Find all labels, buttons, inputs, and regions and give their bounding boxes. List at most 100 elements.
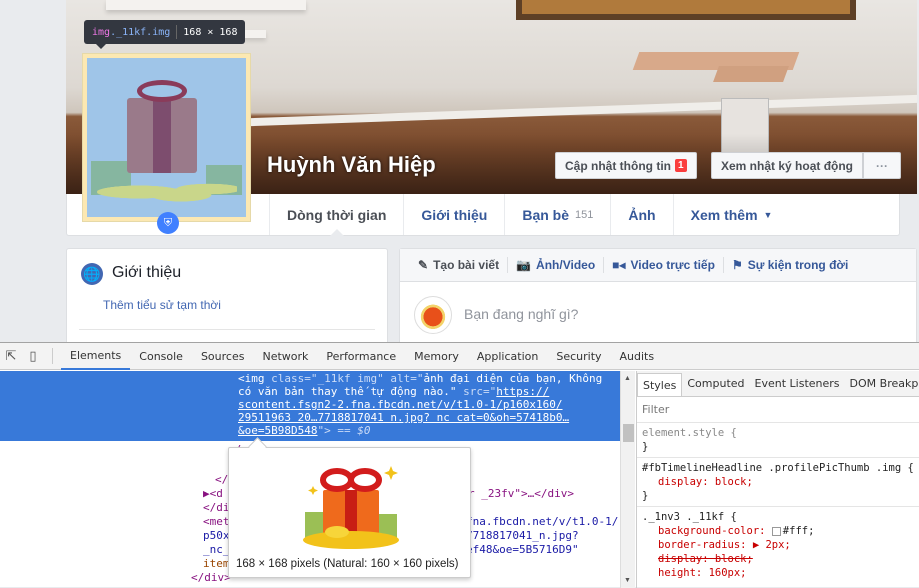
node-alt-value: có văn bản thay thế tự động nào." (238, 385, 457, 398)
code-line[interactable]: ▶<d (203, 487, 223, 500)
tab-friends[interactable]: Bạn bè 151 (504, 194, 610, 235)
photo-video-tab[interactable]: 📷 Ảnh/Video (508, 258, 603, 272)
cover-desk (713, 66, 789, 82)
code-line[interactable]: </di (203, 501, 230, 514)
gift-bow (137, 80, 187, 102)
console-ref: == $0 (330, 424, 371, 437)
devtools-tab-sources[interactable]: Sources (192, 343, 254, 370)
sidebar-tab-computed[interactable]: Computed (682, 371, 749, 396)
style-property[interactable]: display: block; (642, 475, 914, 489)
tab-label: Bạn bè (522, 206, 570, 223)
flag-icon: ⚑ (731, 258, 743, 272)
elements-scrollbar[interactable]: ▲ ▼ (620, 371, 635, 588)
code-line[interactable]: r _23fv">…</div> (468, 487, 574, 500)
code-line[interactable]: item (203, 557, 230, 570)
tab-label: Tạo bài viết (433, 258, 500, 272)
sidebar-tabs: Styles Computed Event Listeners DOM Brea… (637, 371, 919, 397)
devtools-tab-memory[interactable]: Memory (405, 343, 468, 370)
rule-selector[interactable]: ._1nv3 ._11kf { (642, 510, 914, 524)
activity-log-button[interactable]: Xem nhật ký hoạt động (711, 152, 864, 179)
style-property-overridden[interactable]: display: block; (642, 552, 914, 566)
tab-more[interactable]: Xem thêm ▼ (672, 194, 790, 235)
inspect-element-tooltip: img._11kf.img 168 × 168 (84, 20, 246, 49)
rule-close: } (642, 490, 649, 502)
devtools-tab-application[interactable]: Application (468, 343, 547, 370)
style-rule: ._1nv3 ._11kf { background-color: #fff; … (637, 507, 919, 583)
intro-title: Giới thiệu (112, 264, 182, 281)
code-line[interactable]: ef48&oe=5B5716D9" (466, 543, 579, 556)
scroll-down-arrow-icon[interactable]: ▼ (624, 577, 631, 584)
sidebar-tab-event-listeners[interactable]: Event Listeners (750, 371, 845, 396)
node-src-link[interactable]: https:// (496, 385, 549, 398)
caret-down-icon: ▼ (763, 209, 773, 220)
devtools-tab-console[interactable]: Console (130, 343, 192, 370)
devtools-tab-network[interactable]: Network (253, 343, 317, 370)
more-options-button[interactable]: ··· (863, 152, 901, 179)
cover-baseboard (166, 94, 917, 130)
devtools-tab-audits[interactable]: Audits (611, 343, 664, 370)
gold-coins (97, 177, 237, 207)
inspect-element-icon[interactable]: ⇱ (0, 343, 22, 370)
style-property[interactable]: border-radius: ▶ 2px; (642, 538, 914, 552)
profile-guard-shield-icon[interactable]: ⛨ (157, 212, 179, 234)
life-event-tab[interactable]: ⚑ Sự kiện trong đời (724, 258, 856, 272)
add-temporary-bio-link[interactable]: Thêm tiểu sử tạm thời (103, 298, 221, 312)
device-toolbar-icon[interactable]: ▯ (22, 343, 44, 370)
code-line[interactable]: <met (203, 515, 230, 528)
sidebar-tab-dom-breakpoints[interactable]: DOM Breakpoints (845, 371, 919, 396)
create-post-tab[interactable]: ✎ Tạo bài viết (410, 258, 507, 272)
color-swatch[interactable] (771, 526, 781, 536)
tab-label: Sự kiện trong đời (747, 258, 849, 272)
style-property[interactable]: height: 160px; (642, 566, 914, 580)
camera-icon: 📷 (516, 258, 532, 272)
status-input[interactable]: Bạn đang nghĩ gì? (464, 306, 578, 322)
post-composer: ✎ Tạo bài viết 📷 Ảnh/Video ■◂ Video trực ti… (399, 248, 917, 342)
facebook-profile-page: Huỳnh Văn Hiệp Cập nhật thông tin 1 Xem … (0, 0, 919, 342)
live-video-tab[interactable]: ■◂ Video trực tiếp (604, 258, 723, 272)
style-property[interactable]: background-color: #fff; (642, 524, 914, 538)
node-src-link[interactable]: 29511963 20…7718817041 n.jpg? nc cat=0&o… (238, 411, 620, 424)
devtools-tab-performance[interactable]: Performance (317, 343, 405, 370)
code-line[interactable]: p50x (203, 529, 230, 542)
gift-bow (320, 468, 354, 492)
node-src-link[interactable]: scontent.fsgn2-2.fna.fbcdn.net/v/t1.0-1/… (238, 398, 620, 411)
update-info-button[interactable]: Cập nhật thông tin 1 (555, 152, 697, 179)
node-src-link[interactable]: &oe=5B98D548 (238, 424, 317, 437)
divider (52, 348, 53, 364)
friends-count: 151 (575, 208, 594, 221)
pencil-icon: ✎ (418, 258, 429, 272)
styles-filter-input[interactable]: Filter (637, 397, 919, 423)
sparkle-icon (308, 486, 318, 495)
code-line[interactable]: </div> (191, 571, 231, 584)
profile-picture-highlight[interactable] (82, 53, 251, 222)
property-value: #fff; (782, 525, 815, 537)
code-line[interactable]: 7718817041_n.jpg? (466, 529, 579, 542)
property-name: background-color: (658, 525, 772, 537)
style-rule: element.style { } (637, 423, 919, 458)
scroll-up-arrow-icon[interactable]: ▲ (624, 375, 631, 382)
notification-badge: 1 (674, 159, 687, 172)
rule-selector[interactable]: #fbTimelineHeadline .profilePicThumb .im… (642, 461, 914, 475)
sidebar-tab-styles[interactable]: Styles (637, 372, 683, 396)
code-line[interactable]: fna.fbcdn.net/v/t1.0-1/ (466, 515, 618, 528)
node-tag: <img (238, 372, 272, 385)
code-line[interactable]: _nc_ (203, 543, 230, 556)
tab-about[interactable]: Giới thiệu (403, 194, 504, 235)
image-preview-popover: 168 × 168 pixels (Natural: 160 × 160 pix… (228, 447, 471, 578)
devtools-tab-security[interactable]: Security (547, 343, 610, 370)
profile-picture[interactable] (87, 58, 246, 217)
rule-selector[interactable]: element.style { (642, 426, 914, 440)
divider (79, 329, 375, 330)
styles-sidebar: Styles Computed Event Listeners DOM Brea… (636, 371, 919, 588)
profile-name[interactable]: Huỳnh Văn Hiệp (267, 152, 436, 178)
tab-timeline[interactable]: Dòng thời gian (269, 194, 403, 236)
code-line[interactable]: </ (215, 473, 228, 486)
node-tag-end: "> (317, 424, 331, 437)
tooltip-divider (176, 25, 178, 39)
tab-label: Video trực tiếp (630, 258, 715, 272)
devtools-tab-elements[interactable]: Elements (61, 343, 131, 370)
tooltip-tag: img (92, 26, 111, 38)
tab-photos[interactable]: Ảnh (610, 194, 672, 235)
selected-dom-node[interactable]: <img class="_11kf img" alt="ảnh đại diện… (0, 371, 620, 441)
scrollbar-thumb[interactable] (623, 424, 634, 442)
